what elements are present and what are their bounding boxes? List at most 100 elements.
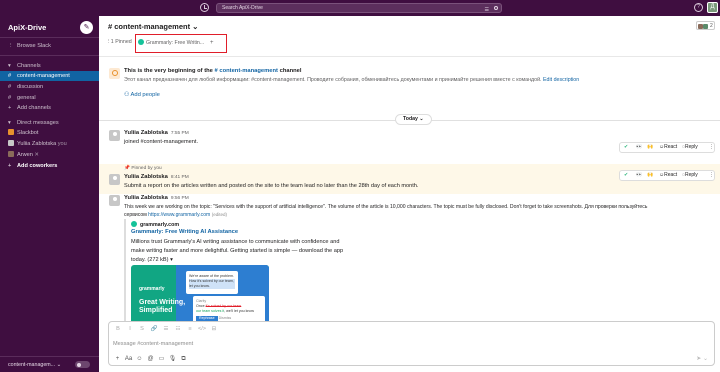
help-icon[interactable]: ? bbox=[694, 3, 703, 12]
sidebar-divider bbox=[0, 55, 99, 56]
message-text-part: сервисом bbox=[124, 212, 149, 218]
channel-intro-title: This is the very beginning of the # cont… bbox=[124, 68, 302, 74]
add-bookmark-button[interactable]: + bbox=[210, 38, 214, 48]
message-input[interactable]: Message #content-management bbox=[113, 341, 193, 347]
check-reaction-icon[interactable]: ✔ bbox=[624, 143, 628, 152]
member-avatar bbox=[703, 23, 708, 29]
unfurl-bar bbox=[124, 219, 126, 334]
huddle-channel-select[interactable]: content-managem... ⌄ bbox=[8, 362, 61, 368]
message-time[interactable]: 7:55 PM bbox=[171, 131, 189, 136]
bookmark-grammarly[interactable]: Grammarly: Free Writin... bbox=[138, 38, 204, 48]
ordered-list-icon[interactable]: ☰ bbox=[160, 324, 172, 335]
preview-card-text: let you know. bbox=[189, 284, 235, 289]
link-icon[interactable]: 🔗 bbox=[148, 324, 160, 335]
sidebar-item-general[interactable]: # general bbox=[0, 93, 99, 103]
channels-header[interactable]: ▾ Channels bbox=[0, 61, 99, 71]
workspace-name[interactable]: ApiX-Drive bbox=[8, 23, 46, 32]
message-text-line: сервисом https://www.grammarly.com (edit… bbox=[124, 212, 227, 218]
sidebar-item-browse[interactable]: ⋮ Browse Slack bbox=[0, 41, 99, 51]
sidebar-item-label: Browse Slack bbox=[17, 43, 51, 49]
pinned-button[interactable]: ⫶ 1 Pinned bbox=[108, 39, 132, 46]
history-icon[interactable] bbox=[200, 3, 209, 12]
message-actions: ✔ 👀 🙌 ☺ React ◌ Reply ⋮ bbox=[619, 142, 715, 153]
date-jump-button[interactable]: Today ⌄ bbox=[395, 114, 432, 125]
more-actions-icon[interactable]: ⋮ bbox=[709, 143, 714, 152]
microphone-icon[interactable]: 🎙 bbox=[167, 354, 178, 365]
unfurl-source-label: grammarly.com bbox=[140, 222, 180, 228]
sidebar-item-arwen[interactable]: Arwen ✕ bbox=[0, 150, 99, 160]
video-icon[interactable]: ▭ bbox=[156, 354, 167, 365]
unfurl-source: grammarly.com bbox=[131, 221, 179, 228]
hash-icon: # bbox=[8, 73, 12, 79]
message-avatar[interactable] bbox=[109, 174, 120, 185]
pinned-by-text: Pinned by you bbox=[131, 166, 162, 171]
reply-button[interactable]: ◌ Reply bbox=[682, 171, 698, 180]
message-author: Yuliia Zablotska 7:55 PM bbox=[124, 130, 189, 136]
direct-messages-header[interactable]: ▾ Direct messages bbox=[0, 118, 99, 128]
quote-icon[interactable]: ≡ bbox=[184, 324, 196, 335]
pinned-label: 1 Pinned bbox=[110, 39, 132, 45]
intro-text: channel bbox=[277, 68, 302, 74]
check-reaction-icon[interactable]: ✔ bbox=[624, 171, 628, 180]
send-button[interactable]: ➤ ⌄ bbox=[696, 354, 708, 365]
search-filter-icon[interactable]: ☰ bbox=[485, 6, 489, 14]
code-icon[interactable]: </> bbox=[196, 324, 208, 335]
message-avatar[interactable] bbox=[109, 130, 120, 141]
grammarly-icon bbox=[131, 221, 137, 227]
sidebar-item-slackbot[interactable]: Slackbot bbox=[0, 128, 99, 138]
preview-card: We're aware of the problem. How it's sol… bbox=[186, 271, 238, 294]
italic-icon[interactable]: I bbox=[124, 324, 136, 335]
user-avatar[interactable]: Д bbox=[707, 2, 718, 13]
more-actions-icon[interactable]: ⋮ bbox=[709, 171, 714, 180]
author-name[interactable]: Yuliia Zablotska bbox=[124, 130, 168, 136]
members-button[interactable]: 2 bbox=[696, 21, 715, 30]
add-coworkers-button[interactable]: + Add coworkers bbox=[0, 161, 99, 171]
code-block-icon[interactable]: ⊟ bbox=[208, 324, 220, 335]
emoji-icon[interactable]: ☺ bbox=[134, 354, 145, 365]
grammarly-link[interactable]: https://www.grammarly.com bbox=[148, 212, 210, 218]
author-name[interactable]: Yuliia Zablotska bbox=[124, 174, 168, 180]
message-time[interactable]: 9:56 PM bbox=[171, 196, 189, 201]
sidebar-item-content-management[interactable]: # content-management bbox=[0, 71, 99, 81]
add-channels-button[interactable]: + Add channels bbox=[0, 103, 99, 113]
react-button[interactable]: ☺ React bbox=[659, 143, 677, 152]
channel-mention[interactable]: # content-management bbox=[215, 68, 278, 74]
bold-icon[interactable]: B bbox=[112, 324, 124, 335]
message-avatar[interactable] bbox=[109, 195, 120, 206]
add-people-button[interactable]: ⚇ Add people bbox=[124, 92, 160, 98]
intro-text: This is the very beginning of the bbox=[124, 68, 215, 74]
sidebar-item-label: discussion bbox=[17, 84, 44, 90]
eyes-reaction-icon[interactable]: 👀 bbox=[636, 171, 642, 180]
author-name[interactable]: Yuliia Zablotska bbox=[124, 195, 168, 201]
bulleted-list-icon[interactable]: ☷ bbox=[172, 324, 184, 335]
edit-description-link[interactable]: Edit description bbox=[543, 77, 579, 83]
unfurl-title[interactable]: Grammarly: Free Writing AI Assistance bbox=[131, 229, 238, 235]
sidebar-item-label: Arwen bbox=[17, 152, 33, 158]
preview-card-text: our team solves it bbox=[196, 309, 225, 313]
huddle-toggle[interactable] bbox=[75, 361, 90, 368]
strikethrough-icon[interactable]: S bbox=[136, 324, 148, 335]
grammarly-logo: grammarly bbox=[139, 286, 165, 292]
description-text: Этот канал предназначен для любой информ… bbox=[124, 77, 543, 83]
format-icon[interactable]: Aa bbox=[123, 354, 134, 365]
mention-icon[interactable]: @ bbox=[145, 354, 156, 365]
hash-icon: # bbox=[8, 84, 12, 90]
search-placeholder: Search ApiX-Drive bbox=[222, 5, 263, 11]
sidebar-item-label: general bbox=[17, 95, 36, 101]
search-input[interactable]: Search ApiX-Drive ☰ bbox=[216, 3, 502, 13]
sidebar-item-yuliia[interactable]: Yuliia Zablotska you bbox=[0, 139, 99, 149]
hands-reaction-icon[interactable]: 🙌 bbox=[647, 143, 653, 152]
message-time[interactable]: 8:41 PM bbox=[171, 175, 189, 180]
compose-icon[interactable]: ✎ bbox=[80, 21, 93, 34]
pinned-by-label: 📌 Pinned by you bbox=[124, 166, 162, 171]
close-icon[interactable]: ✕ bbox=[34, 152, 39, 158]
reply-button[interactable]: ◌ Reply bbox=[682, 143, 698, 152]
eyes-reaction-icon[interactable]: 👀 bbox=[636, 143, 642, 152]
sidebar-item-discussion[interactable]: # discussion bbox=[0, 82, 99, 92]
shortcuts-icon[interactable]: ⧉ bbox=[178, 354, 189, 365]
slackbot-avatar bbox=[8, 129, 14, 135]
channel-title[interactable]: # content-management ⌄ bbox=[108, 22, 198, 31]
react-button[interactable]: ☺ React bbox=[659, 171, 677, 180]
hands-reaction-icon[interactable]: 🙌 bbox=[647, 171, 653, 180]
attach-icon[interactable]: + bbox=[112, 354, 123, 365]
